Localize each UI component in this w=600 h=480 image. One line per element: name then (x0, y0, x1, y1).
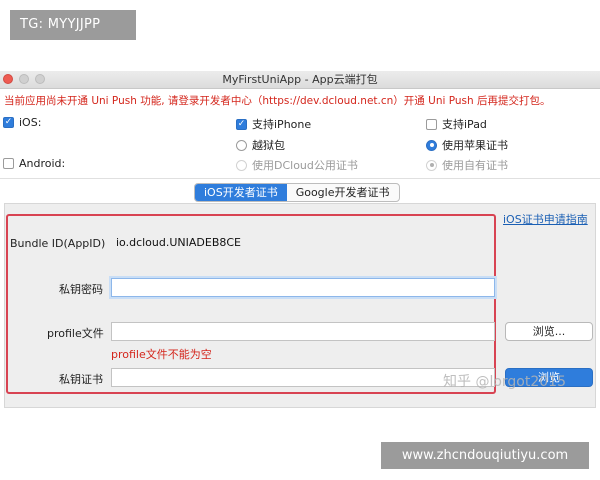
ipad-label: 支持iPad (442, 118, 487, 131)
jailbreak-radio[interactable]: 越狱包 (236, 137, 285, 153)
ios-cert-guide-link[interactable]: iOS证书申请指南 (503, 211, 588, 227)
private-key-password-label: 私钥密码 (59, 283, 103, 296)
cert-tabs: iOS开发者证书 Google开发者证书 (194, 183, 400, 202)
checkbox-checked-icon: ✓ (3, 117, 14, 128)
bundle-id-label: Bundle ID(AppID) (10, 237, 106, 250)
website-tag: www.zhcndouqiutiyu.com (381, 442, 589, 469)
minimize-window-button[interactable] (19, 74, 29, 84)
android-checkbox[interactable]: Android: (3, 157, 65, 170)
close-window-button[interactable] (3, 74, 13, 84)
apple-cert-label: 使用苹果证书 (442, 139, 508, 152)
dcloud-cert-radio[interactable]: 使用DCloud公用证书 (236, 157, 358, 173)
own-cert-label: 使用自有证书 (442, 159, 508, 172)
section-divider (0, 178, 600, 179)
window-title: MyFirstUniApp - App云端打包 (222, 73, 378, 86)
maximize-window-button[interactable] (35, 74, 45, 84)
window-title-bar: MyFirstUniApp - App云端打包 (0, 71, 600, 89)
tab-ios-cert[interactable]: iOS开发者证书 (195, 184, 287, 201)
profile-error-text: profile文件不能为空 (111, 348, 212, 361)
jailbreak-label: 越狱包 (252, 139, 285, 152)
ios-label: iOS: (19, 116, 42, 129)
private-key-cert-field[interactable] (111, 368, 495, 387)
radio-unselected-icon (236, 159, 247, 171)
apple-cert-radio[interactable]: 使用苹果证书 (426, 137, 508, 153)
checkbox-unchecked-icon (3, 158, 14, 169)
radio-selected-dim-icon (426, 159, 437, 171)
own-cert-radio[interactable]: 使用自有证书 (426, 157, 508, 173)
overlay-tag: TG: MYYJJPP (10, 10, 136, 40)
ipad-checkbox[interactable]: 支持iPad (426, 116, 487, 132)
checkbox-unchecked-icon (426, 118, 437, 130)
profile-field[interactable] (111, 322, 495, 341)
bundle-id-field[interactable]: io.dcloud.UNIADEB8CE (111, 233, 495, 252)
profile-label: profile文件 (47, 327, 104, 340)
iphone-checkbox[interactable]: ✓ 支持iPhone (236, 116, 311, 132)
checkbox-checked-icon: ✓ (236, 118, 247, 130)
uni-push-warning: 当前应用尚未开通 Uni Push 功能, 请登录开发者中心（https://d… (4, 95, 551, 107)
tab-google-cert[interactable]: Google开发者证书 (287, 184, 399, 201)
private-key-password-field[interactable] (111, 278, 495, 297)
private-key-cert-label: 私钥证书 (59, 373, 103, 386)
android-label: Android: (19, 157, 66, 170)
radio-selected-icon (426, 139, 437, 151)
browse-profile-button[interactable]: 浏览... (505, 322, 593, 341)
radio-unselected-icon (236, 139, 247, 151)
watermark: 知乎 @lorgot2015 (443, 374, 566, 390)
iphone-label: 支持iPhone (252, 118, 312, 131)
ios-checkbox[interactable]: ✓ iOS: (3, 116, 41, 129)
dcloud-cert-label: 使用DCloud公用证书 (252, 159, 358, 172)
